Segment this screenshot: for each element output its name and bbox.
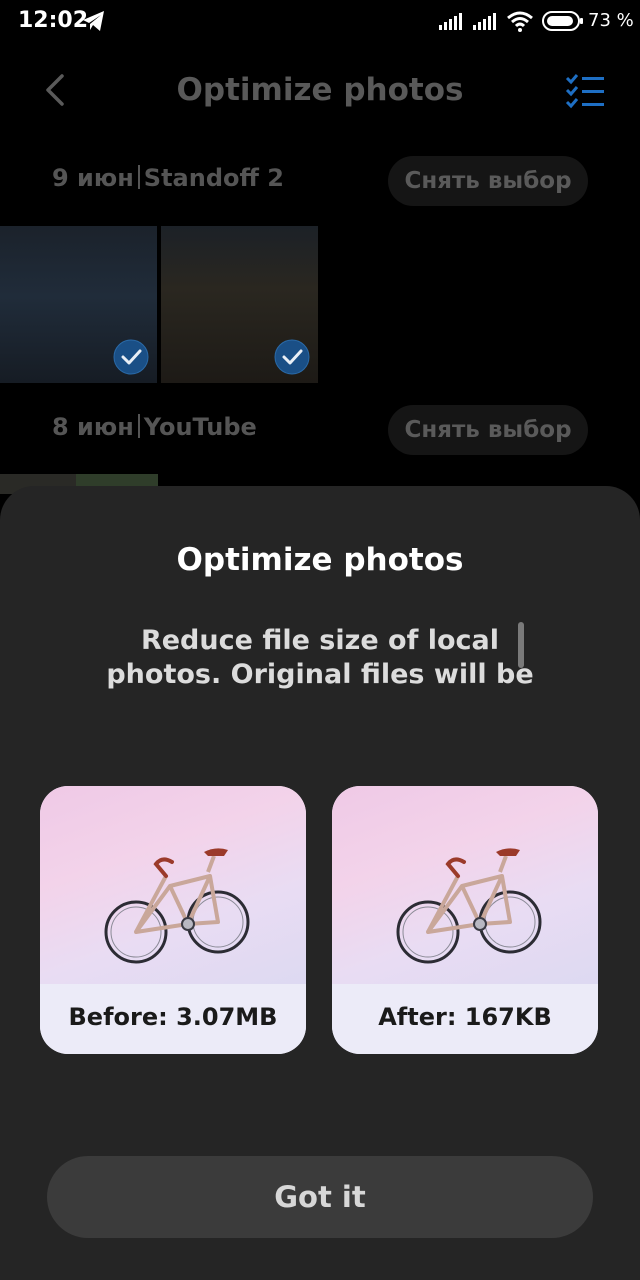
group-separator	[137, 414, 140, 438]
status-bar: 12:02 73 %	[0, 0, 640, 44]
select-all-icon[interactable]	[564, 72, 606, 110]
scrollbar[interactable]	[518, 622, 524, 668]
bicycle-icon	[104, 848, 250, 964]
clock: 12:02	[18, 8, 89, 33]
after-size-label: After: 167KB	[332, 984, 598, 1054]
photo-thumbnail[interactable]	[0, 226, 157, 383]
bottom-sheet: Optimize photos Reduce file size of loca…	[0, 486, 640, 1280]
group-date: 8 июн	[52, 413, 134, 441]
battery-percent: 73 %	[588, 10, 634, 31]
photo-thumbnail[interactable]	[161, 226, 318, 383]
sheet-description: Reduce file size of local photos. Origin…	[106, 625, 534, 690]
group-source: YouTube	[143, 413, 257, 441]
wifi-icon	[507, 11, 533, 32]
battery-icon	[542, 11, 583, 31]
before-size-label: Before: 3.07MB	[40, 984, 306, 1054]
sheet-title: Optimize photos	[176, 542, 464, 578]
before-card: Before: 3.07MB	[40, 786, 306, 1054]
group-header: 8 июн YouTube	[52, 413, 257, 441]
got-it-button[interactable]: Got it	[47, 1156, 593, 1238]
bicycle-image	[40, 786, 306, 984]
bicycle-icon	[396, 848, 542, 964]
group-date: 9 июн	[52, 164, 134, 192]
deselect-button[interactable]: Снять выбор	[388, 405, 588, 455]
bicycle-image	[332, 786, 598, 984]
deselect-button[interactable]: Снять выбор	[388, 156, 588, 206]
signal-icon	[473, 13, 496, 30]
signal-icon	[439, 13, 462, 30]
group-source: Standoff 2	[143, 164, 284, 192]
telegram-icon	[83, 11, 104, 31]
check-icon[interactable]	[113, 339, 149, 375]
group-separator	[137, 165, 140, 189]
check-icon[interactable]	[274, 339, 310, 375]
page-title: Optimize photos	[176, 72, 464, 108]
group-header: 9 июн Standoff 2	[52, 164, 284, 192]
after-card: After: 167KB	[332, 786, 598, 1054]
